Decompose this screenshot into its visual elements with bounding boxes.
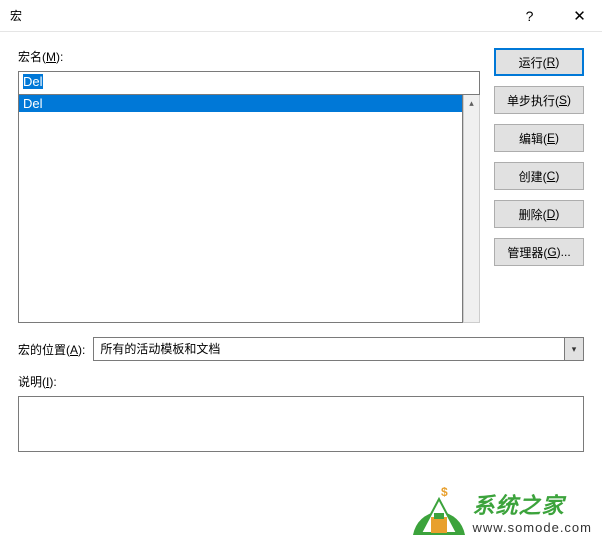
- window-title: 宏: [10, 7, 22, 24]
- watermark-title: 系统之家: [473, 488, 592, 520]
- manager-button[interactable]: 管理器(G)...: [494, 238, 584, 266]
- description-label: 说明(I):: [18, 373, 584, 390]
- run-button[interactable]: 运行(R): [494, 48, 584, 76]
- create-button[interactable]: 创建(C): [494, 162, 584, 190]
- step-button[interactable]: 单步执行(S): [494, 86, 584, 114]
- location-value: 所有的活动模板和文档: [93, 337, 564, 361]
- location-select[interactable]: 所有的活动模板和文档 ▾: [93, 337, 584, 361]
- edit-button[interactable]: 编辑(E): [494, 124, 584, 152]
- watermark: $ 系统之家 www.somode.com: [411, 485, 592, 537]
- help-button[interactable]: ?: [507, 0, 552, 32]
- watermark-url: www.somode.com: [473, 520, 592, 535]
- macro-name-label: 宏名(M):: [18, 48, 480, 65]
- macro-location-label: 宏的位置(A):: [18, 341, 85, 358]
- watermark-icon: $: [411, 485, 467, 537]
- list-item[interactable]: Del: [19, 95, 462, 112]
- titlebar: 宏 ? ✕: [0, 0, 602, 32]
- description-box[interactable]: [18, 396, 584, 452]
- scroll-up-icon[interactable]: ▴: [464, 95, 479, 112]
- dialog-content: 宏名(M): Del Del ▴ 运行(R) 单步执行(S) 编辑(E) 创建(…: [0, 32, 602, 462]
- scrollbar[interactable]: ▴: [463, 95, 480, 323]
- svg-text:$: $: [441, 485, 448, 499]
- delete-button[interactable]: 删除(D): [494, 200, 584, 228]
- macro-name-input[interactable]: Del: [18, 71, 480, 95]
- chevron-down-icon[interactable]: ▾: [564, 337, 584, 361]
- macro-list[interactable]: Del: [18, 95, 463, 323]
- close-button[interactable]: ✕: [557, 0, 602, 32]
